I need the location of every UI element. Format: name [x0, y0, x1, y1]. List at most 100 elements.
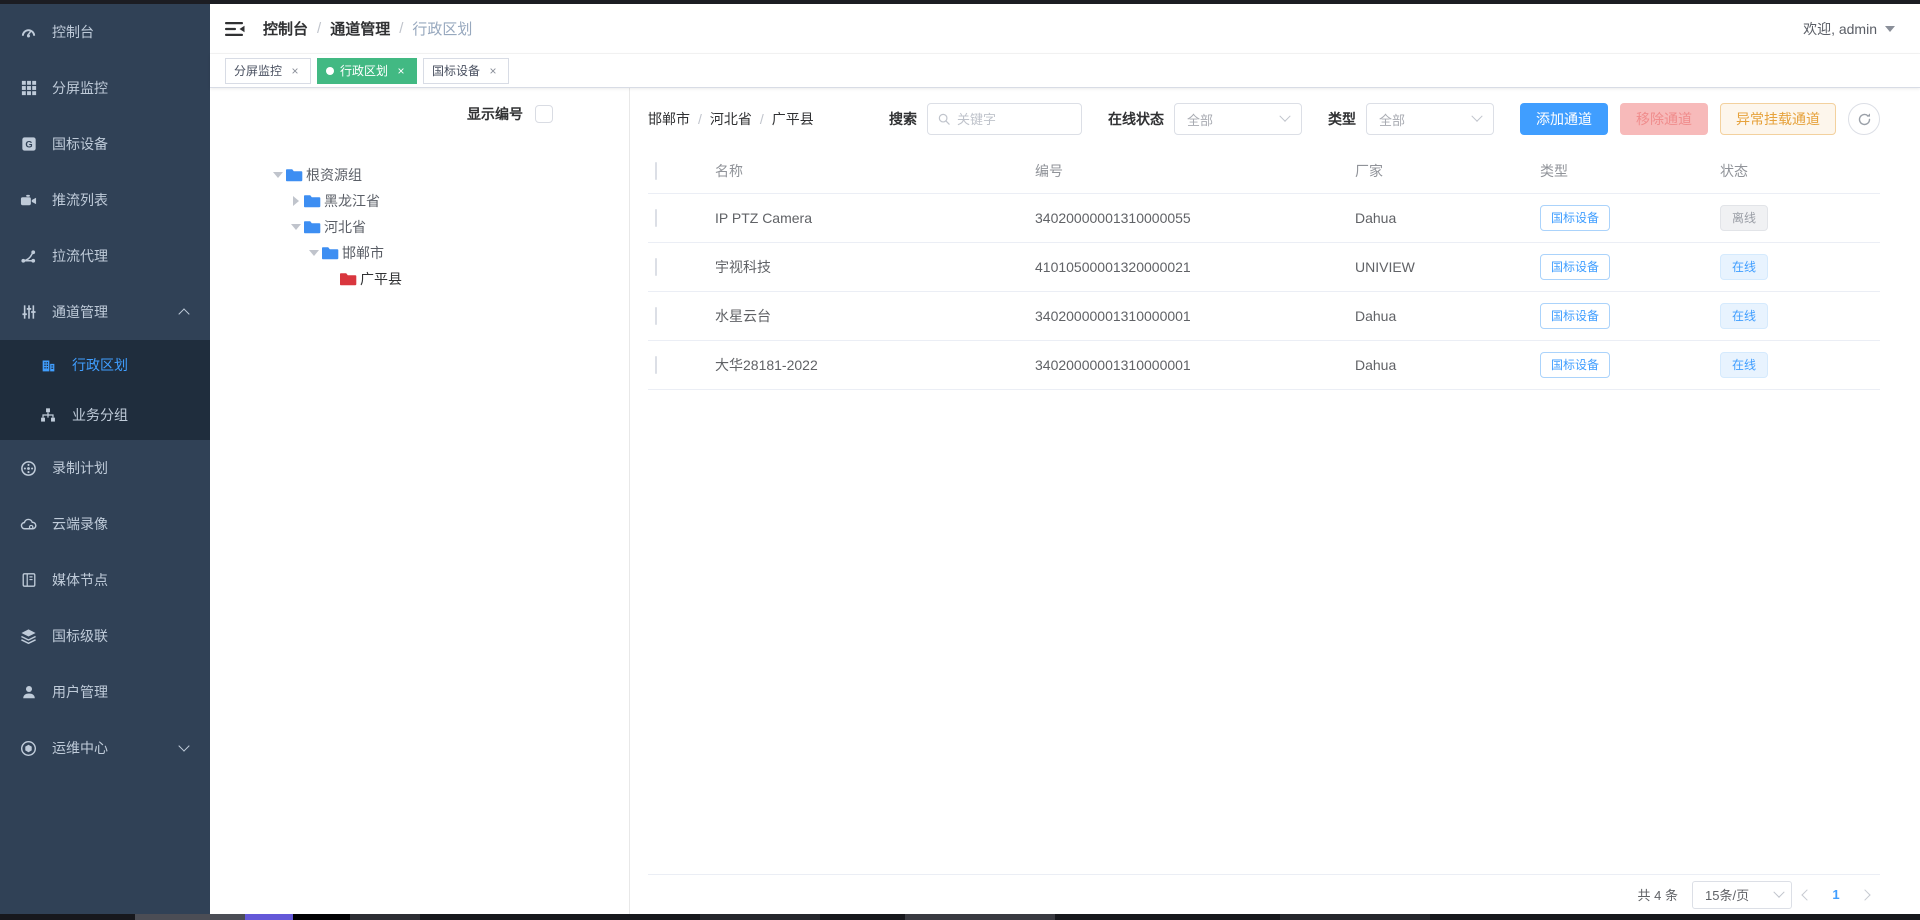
type-label: 类型 [1328, 109, 1356, 129]
table-row[interactable]: 宇视科技 41010500001320000021 UNIVIEW 国标设备 在… [648, 243, 1880, 292]
sidebar-item-admin-region[interactable]: 行政区划 [0, 340, 210, 390]
close-icon[interactable]: × [288, 64, 302, 78]
user-menu[interactable]: 欢迎, admin [1803, 19, 1895, 39]
row-checkbox[interactable] [655, 258, 657, 276]
sidebar-item-business-group[interactable]: 业务分组 [0, 390, 210, 440]
sidebar-item-label: 业务分组 [72, 405, 128, 425]
cell-code: 34020000001310000001 [1023, 308, 1343, 324]
cascade-layers-icon [20, 628, 37, 645]
sidebar-toggle-icon[interactable] [225, 21, 245, 37]
chevron-left-icon [1801, 889, 1812, 900]
sidebar-item-record-plan[interactable]: 录制计划 [0, 440, 210, 496]
tag-split-screen[interactable]: 分屏监控 × [225, 58, 311, 84]
row-checkbox[interactable] [655, 209, 657, 227]
close-icon[interactable]: × [394, 64, 408, 78]
sidebar-item-label: 录制计划 [52, 458, 108, 478]
search-icon [938, 112, 950, 126]
close-icon[interactable]: × [486, 64, 500, 78]
sidebar-item-media-node[interactable]: 媒体节点 [0, 552, 210, 608]
caret-down-icon [1885, 26, 1895, 32]
media-node-icon [20, 572, 37, 589]
channel-sliders-icon [20, 304, 37, 321]
breadcrumb-item[interactable]: 通道管理 [330, 18, 390, 39]
tag-gb-device[interactable]: 国标设备 × [423, 58, 509, 84]
ops-center-icon [20, 740, 37, 757]
dashboard-icon [20, 24, 37, 41]
page-size-select[interactable]: 15条/页 [1692, 881, 1792, 909]
navbar: 控制台 / 通道管理 / 行政区划 欢迎, admin [210, 4, 1920, 54]
tree-node-label: 黑龙江省 [324, 191, 380, 211]
sidebar-item-gb-cascade[interactable]: 国标级联 [0, 608, 210, 664]
tree-node-hebei[interactable]: 河北省 [272, 214, 629, 240]
show-number-checkbox[interactable] [535, 105, 553, 123]
region-tree-panel: 显示编号 根资源组 黑龙江省 [210, 88, 630, 914]
record-plan-icon [20, 460, 37, 477]
refresh-button[interactable] [1848, 103, 1880, 135]
prev-page-button[interactable] [1792, 881, 1822, 909]
tree-node-handan[interactable]: 邯郸市 [272, 240, 629, 266]
welcome-text: 欢迎, admin [1803, 19, 1877, 39]
table-row[interactable]: IP PTZ Camera 34020000001310000055 Dahua… [648, 194, 1880, 243]
tree-node-label: 广平县 [360, 269, 402, 289]
status-badge-online: 在线 [1720, 352, 1768, 378]
show-number-label: 显示编号 [467, 104, 523, 124]
tree-node-guangping-selected[interactable]: 广平县 [272, 266, 629, 292]
sidebar-item-split-screen[interactable]: 分屏监控 [0, 60, 210, 116]
region-path-item: 河北省 [710, 109, 752, 129]
taskbar-strip [0, 914, 1920, 920]
abnormal-mount-button[interactable]: 异常挂载通道 [1720, 103, 1836, 135]
sidebar-item-cloud-record[interactable]: 云端录像 [0, 496, 210, 552]
next-page-button[interactable] [1850, 881, 1880, 909]
tree-node-heilongjiang[interactable]: 黑龙江省 [272, 188, 629, 214]
table-toolbar: 邯郸市 / 河北省 / 广平县 搜索 在线状态 [648, 102, 1880, 136]
business-group-icon [40, 407, 56, 423]
tag-label: 国标设备 [432, 62, 480, 79]
sidebar-item-channel-mgmt[interactable]: 通道管理 [0, 284, 210, 340]
cell-name: IP PTZ Camera [703, 210, 1023, 226]
caret-collapsed-icon[interactable] [290, 196, 302, 206]
breadcrumb-item-current: 行政区划 [412, 18, 472, 39]
select-all-checkbox[interactable] [655, 162, 657, 180]
tree-node-root[interactable]: 根资源组 [272, 162, 629, 188]
column-header-code: 编号 [1023, 161, 1343, 181]
cell-name: 水星云台 [703, 306, 1023, 326]
online-status-select[interactable]: 全部 [1174, 103, 1302, 135]
gb-device-icon: G [20, 136, 37, 153]
sidebar-item-user-mgmt[interactable]: 用户管理 [0, 664, 210, 720]
sidebar-item-label: 通道管理 [52, 302, 108, 322]
sidebar-item-gb-device[interactable]: G 国标设备 [0, 116, 210, 172]
cell-name: 大华28181-2022 [703, 355, 1023, 375]
caret-expanded-icon[interactable] [272, 172, 284, 178]
sidebar-item-ops-center[interactable]: 运维中心 [0, 720, 210, 776]
channel-mgmt-submenu: 行政区划 业务分组 [0, 340, 210, 440]
table-row[interactable]: 大华28181-2022 34020000001310000001 Dahua … [648, 341, 1880, 390]
row-checkbox[interactable] [655, 307, 657, 325]
push-stream-icon [20, 192, 37, 209]
sidebar-item-label: 控制台 [52, 22, 94, 42]
sidebar-item-pull-proxy[interactable]: 拉流代理 [0, 228, 210, 284]
chevron-up-icon [178, 308, 189, 319]
tag-label: 分屏监控 [234, 62, 282, 79]
tags-view-bar: 分屏监控 × 行政区划 × 国标设备 × [210, 54, 1920, 88]
tag-admin-region[interactable]: 行政区划 × [317, 58, 417, 84]
row-checkbox[interactable] [655, 356, 657, 374]
sidebar-item-push-stream[interactable]: 推流列表 [0, 172, 210, 228]
active-dot-icon [326, 67, 334, 75]
folder-icon-selected [340, 272, 357, 286]
region-path: 邯郸市 / 河北省 / 广平县 [648, 109, 889, 129]
sidebar-item-label: 云端录像 [52, 514, 108, 534]
type-select[interactable]: 全部 [1366, 103, 1494, 135]
page-number-current[interactable]: 1 [1822, 881, 1850, 909]
breadcrumb: 控制台 / 通道管理 / 行政区划 [263, 18, 472, 39]
table-row[interactable]: 水星云台 34020000001310000001 Dahua 国标设备 在线 [648, 292, 1880, 341]
cell-code: 41010500001320000021 [1023, 259, 1343, 275]
search-input[interactable] [957, 112, 1071, 127]
add-channel-button[interactable]: 添加通道 [1520, 103, 1608, 135]
breadcrumb-item[interactable]: 控制台 [263, 18, 308, 39]
caret-expanded-icon[interactable] [290, 224, 302, 230]
sidebar-item-console[interactable]: 控制台 [0, 4, 210, 60]
remove-channel-button[interactable]: 移除通道 [1620, 103, 1708, 135]
column-header-status: 状态 [1708, 161, 1880, 181]
sidebar: 控制台 分屏监控 G 国标设备 推流列表 [0, 4, 210, 914]
caret-expanded-icon[interactable] [308, 250, 320, 256]
